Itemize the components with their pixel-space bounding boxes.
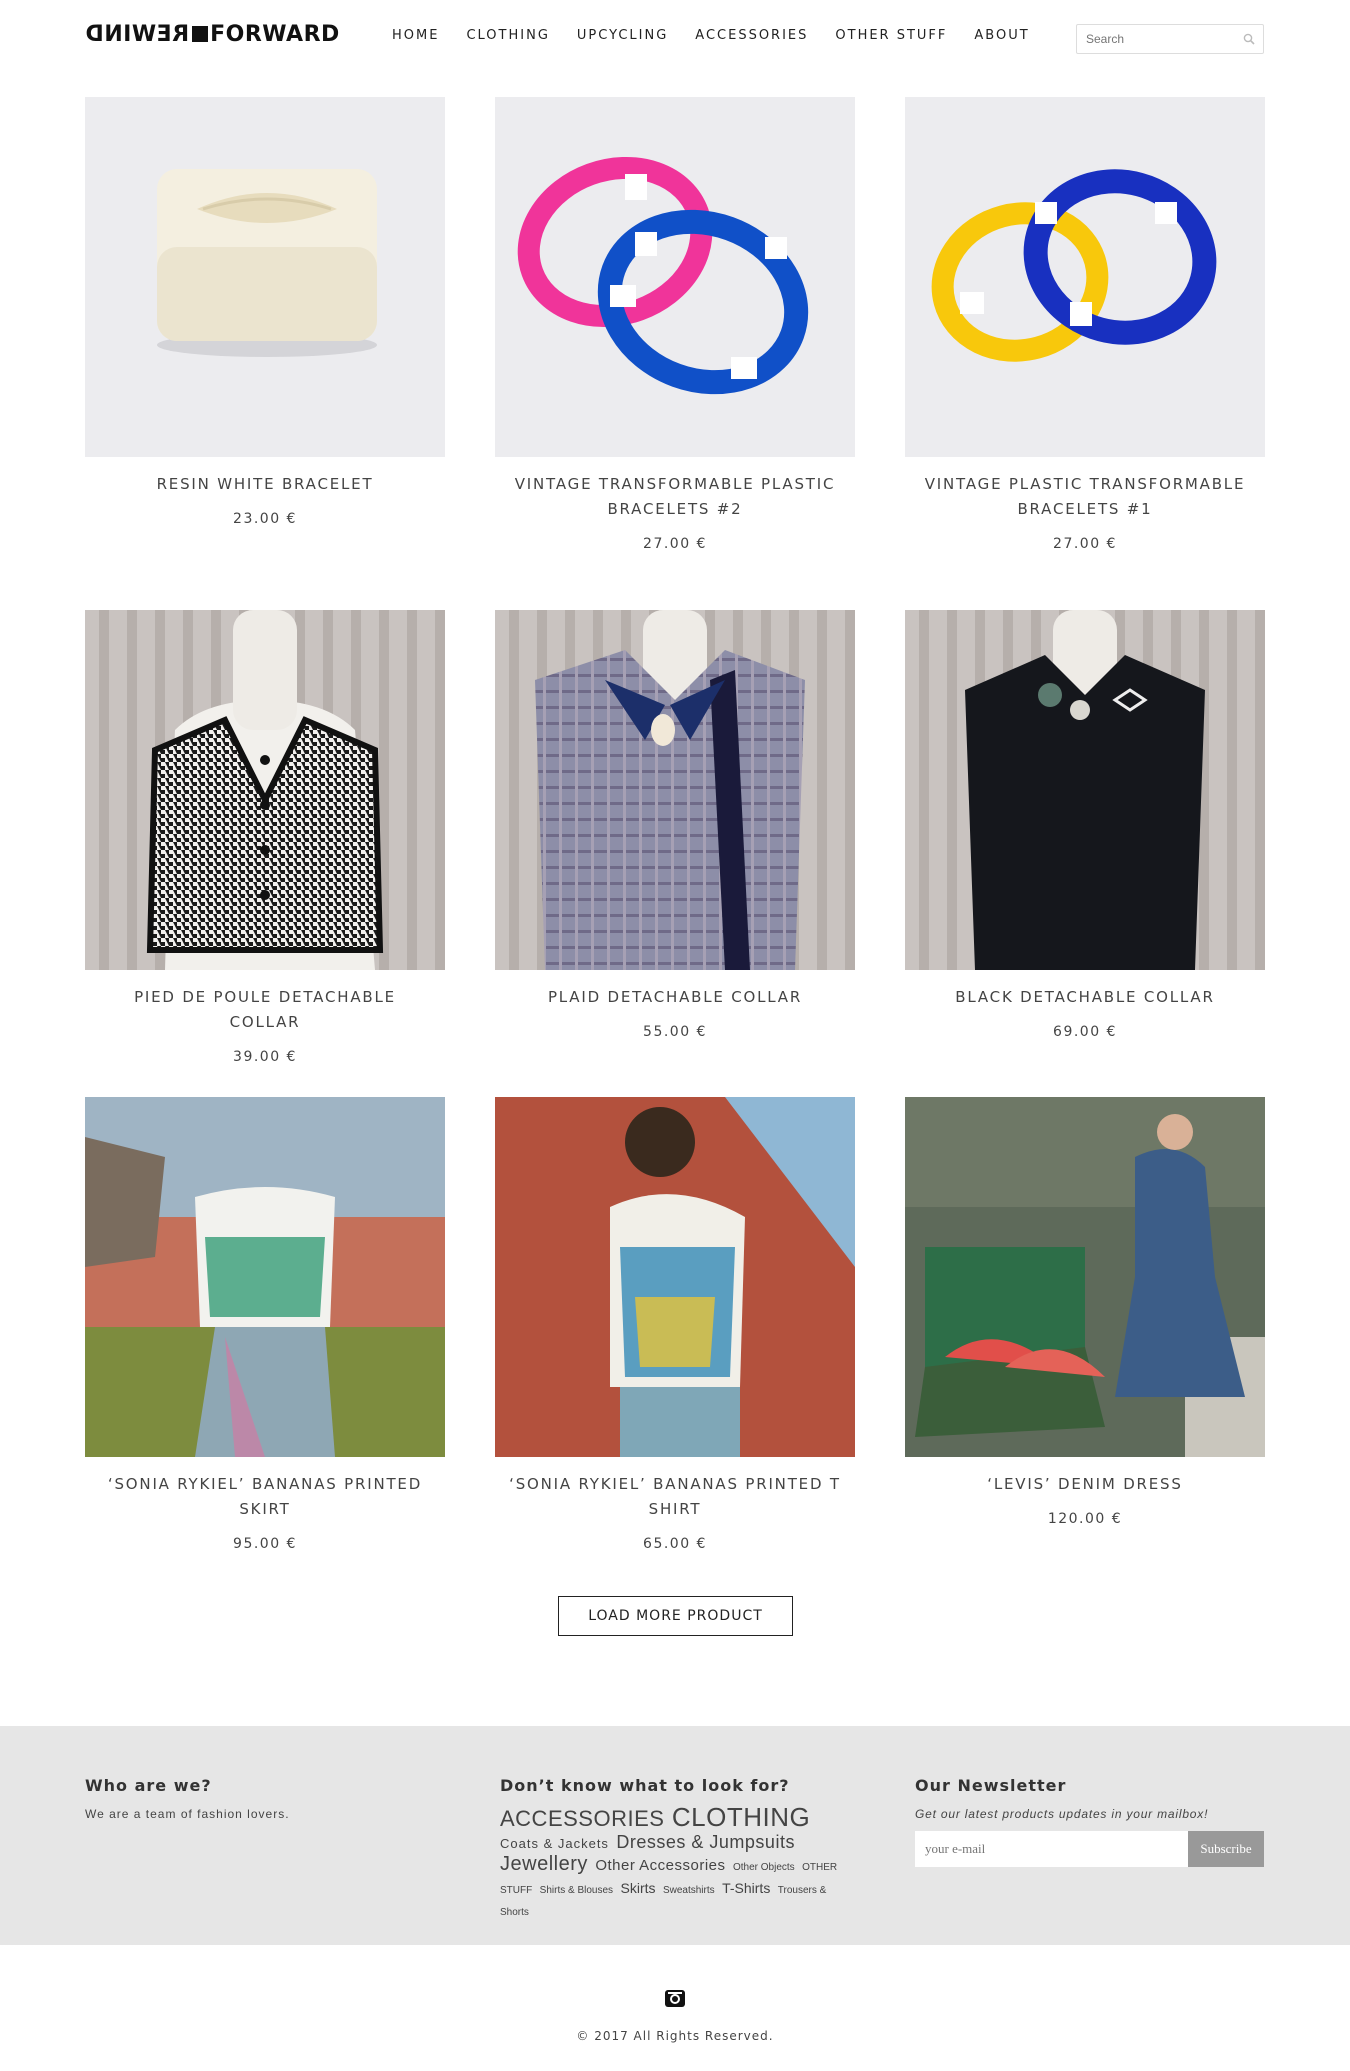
tag-link[interactable]: CLOTHING xyxy=(672,1802,810,1832)
footer-about: Who are we? We are a team of fashion lov… xyxy=(85,1776,290,1821)
product-card[interactable]: BLACK DETACHABLE COLLAR 69.00 € xyxy=(905,610,1265,1040)
footer-newsletter: Our Newsletter Get our latest products u… xyxy=(915,1776,1264,1867)
footer: Who are we? We are a team of fashion lov… xyxy=(0,1726,1350,1945)
product-name[interactable]: BLACK DETACHABLE COLLAR xyxy=(905,985,1265,1010)
product-card[interactable]: ‘SONIA RYKIEL’ BANANAS PRINTED SKIRT 95.… xyxy=(85,1097,445,1552)
product-image[interactable] xyxy=(85,610,445,970)
product-price: 55.00 € xyxy=(643,1024,707,1040)
load-more-button[interactable]: LOAD MORE PRODUCT xyxy=(558,1596,793,1636)
product-image[interactable] xyxy=(495,97,855,457)
product-name[interactable]: VINTAGE PLASTIC TRANSFORMABLE BRACELETS … xyxy=(905,472,1265,522)
product-name[interactable]: ‘LEVIS’ DENIM DRESS xyxy=(905,1472,1265,1497)
tag-link[interactable]: Jewellery xyxy=(500,1853,588,1875)
product-name[interactable]: PLAID DETACHABLE COLLAR xyxy=(495,985,855,1010)
product-card[interactable]: PIED DE POULE DETACHABLE COLLAR 39.00 € xyxy=(85,610,445,1065)
search-icon[interactable] xyxy=(1243,33,1255,45)
tag-link[interactable]: Dresses & Jumpsuits xyxy=(616,1832,795,1852)
product-price: 39.00 € xyxy=(233,1049,297,1065)
product-price: 69.00 € xyxy=(1053,1024,1117,1040)
product-name[interactable]: PIED DE POULE DETACHABLE COLLAR xyxy=(85,985,445,1035)
product-card[interactable]: PLAID DETACHABLE COLLAR 55.00 € xyxy=(495,610,855,1040)
site-header: REWIND FORWARD HOME CLOTHING UPCYCLING AC… xyxy=(0,0,1350,75)
newsletter-title: Our Newsletter xyxy=(915,1776,1067,1795)
nav-accessories[interactable]: ACCESSORIES xyxy=(695,28,808,43)
newsletter-text: Get our latest products updates in your … xyxy=(915,1807,1209,1821)
product-price: 27.00 € xyxy=(643,536,707,552)
tag-link[interactable]: Sweatshirts xyxy=(663,1885,715,1896)
nav-home[interactable]: HOME xyxy=(392,28,439,43)
tag-link[interactable]: Skirts xyxy=(621,1880,656,1896)
tag-link[interactable]: T-Shirts xyxy=(722,1880,770,1896)
product-image[interactable] xyxy=(85,1097,445,1457)
copyright: © 2017 All Rights Reserved. xyxy=(576,2029,774,2043)
logo-rewind: REWIND xyxy=(85,21,190,47)
product-image[interactable] xyxy=(905,1097,1265,1457)
subscribe-button[interactable]: Subscribe xyxy=(1188,1831,1264,1867)
product-name[interactable]: ‘SONIA RYKIEL’ BANANAS PRINTED SKIRT xyxy=(85,1472,445,1522)
tag-link[interactable]: Coats & Jackets xyxy=(500,1836,609,1851)
search-input[interactable] xyxy=(1077,25,1227,53)
product-price: 27.00 € xyxy=(1053,536,1117,552)
search-box xyxy=(1076,24,1264,54)
product-image[interactable] xyxy=(85,97,445,457)
bottom-bar: © 2017 All Rights Reserved. xyxy=(0,1945,1350,2071)
nav-upcycling[interactable]: UPCYCLING xyxy=(577,28,668,43)
product-card[interactable]: RESIN WHITE BRACELET 23.00 € xyxy=(85,97,445,527)
tag-link[interactable]: Shirts & Blouses xyxy=(540,1885,613,1896)
about-text: We are a team of fashion lovers. xyxy=(85,1807,290,1821)
product-card[interactable]: ‘SONIA RYKIEL’ BANANAS PRINTED T SHIRT 6… xyxy=(495,1097,855,1552)
tag-link[interactable]: ACCESSORIES xyxy=(500,1806,664,1831)
site-logo[interactable]: REWIND FORWARD xyxy=(85,21,340,47)
product-price: 120.00 € xyxy=(1047,1511,1123,1527)
main-nav: HOME CLOTHING UPCYCLING ACCESSORIES OTHE… xyxy=(380,28,1045,43)
product-name[interactable]: ‘SONIA RYKIEL’ BANANAS PRINTED T SHIRT xyxy=(495,1472,855,1522)
nav-clothing[interactable]: CLOTHING xyxy=(466,28,549,43)
about-title: Who are we? xyxy=(85,1776,212,1795)
product-card[interactable]: VINTAGE TRANSFORMABLE PLASTIC BRACELETS … xyxy=(495,97,855,552)
product-card[interactable]: ‘LEVIS’ DENIM DRESS 120.00 € xyxy=(905,1097,1265,1527)
product-price: 23.00 € xyxy=(233,511,297,527)
product-image[interactable] xyxy=(905,97,1265,457)
newsletter-form: Subscribe xyxy=(915,1831,1264,1867)
tag-link[interactable]: Other Objects xyxy=(733,1862,795,1873)
product-name[interactable]: VINTAGE TRANSFORMABLE PLASTIC BRACELETS … xyxy=(495,472,855,522)
logo-forward: FORWARD xyxy=(210,21,340,47)
product-image[interactable] xyxy=(905,610,1265,970)
nav-other-stuff[interactable]: OTHER STUFF xyxy=(835,28,947,43)
tag-link[interactable]: Other Accessories xyxy=(595,1857,725,1874)
product-image[interactable] xyxy=(495,610,855,970)
email-field[interactable] xyxy=(915,1831,1188,1867)
product-price: 65.00 € xyxy=(643,1536,707,1552)
product-card[interactable]: VINTAGE PLASTIC TRANSFORMABLE BRACELETS … xyxy=(905,97,1265,552)
product-price: 95.00 € xyxy=(233,1536,297,1552)
product-image[interactable] xyxy=(495,1097,855,1457)
footer-tags: Don’t know what to look for? ACCESSORIES… xyxy=(500,1776,850,1923)
tag-cloud: ACCESSORIES CLOTHING Coats & Jackets Dre… xyxy=(500,1804,850,1923)
logo-square xyxy=(192,26,209,42)
nav-about[interactable]: ABOUT xyxy=(974,28,1029,43)
tags-title: Don’t know what to look for? xyxy=(500,1776,790,1795)
instagram-icon[interactable] xyxy=(664,1987,686,2009)
product-name[interactable]: RESIN WHITE BRACELET xyxy=(85,472,445,497)
